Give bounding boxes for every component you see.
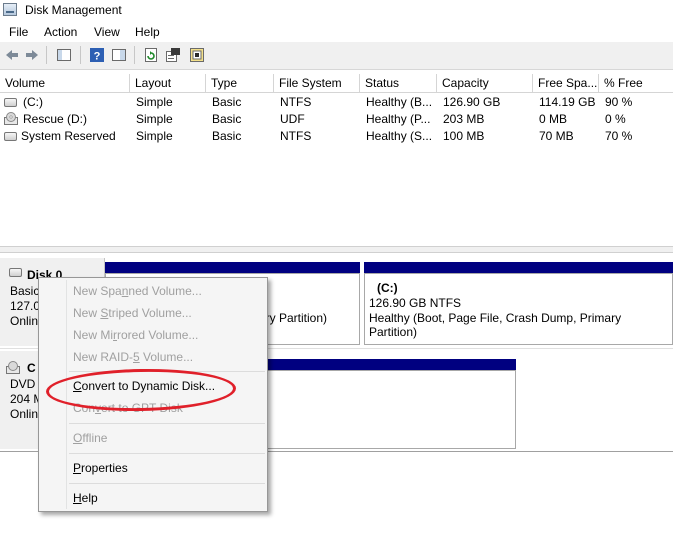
title-bar: Disk Management xyxy=(0,0,673,21)
column-header-layout[interactable]: Layout xyxy=(130,74,206,93)
cdrom0-type: DVD xyxy=(10,377,36,391)
volume-file-system: NTFS xyxy=(280,95,312,109)
volume-type: Basic xyxy=(212,112,242,126)
column-header-volume[interactable]: Volume xyxy=(0,74,130,93)
disk0-size: 127.0 xyxy=(10,299,41,313)
column-header-free-space[interactable]: Free Spa... xyxy=(533,74,599,93)
volume-status: Healthy (B... xyxy=(366,95,433,109)
show-hide-icon[interactable] xyxy=(111,47,127,63)
drive-icon xyxy=(4,98,17,107)
volume-name[interactable]: Rescue (D:) xyxy=(23,112,87,126)
menu-help[interactable]: Help xyxy=(135,25,160,39)
menu-item-new-spanned-volume[interactable]: New Spanned Volume... xyxy=(73,284,202,298)
rescan-icon[interactable] xyxy=(189,47,205,63)
volume-percent-free: 0 % xyxy=(605,112,626,126)
system-reserved-bar xyxy=(105,262,360,273)
toolbar-separator xyxy=(134,46,135,64)
disk-management-icon xyxy=(3,3,17,16)
volume-name[interactable]: (C:) xyxy=(23,95,43,109)
column-header-capacity[interactable]: Capacity xyxy=(437,74,533,93)
disk0-type: Basic xyxy=(10,284,40,298)
volume-layout: Simple xyxy=(136,112,173,126)
volume-layout: Simple xyxy=(136,129,173,143)
menu-separator xyxy=(69,453,265,454)
pane-splitter[interactable] xyxy=(0,246,673,253)
cdrom0-status: Onlin xyxy=(10,407,39,421)
menu-item-properties[interactable]: Properties xyxy=(73,461,128,475)
menu-view[interactable]: View xyxy=(94,25,120,39)
c-volume-status: Healthy (Boot, Page File, Crash Dump, Pr… xyxy=(369,311,622,339)
volume-status: Healthy (P... xyxy=(366,112,431,126)
help-icon[interactable]: ? xyxy=(89,47,105,63)
volume-capacity: 100 MB xyxy=(443,129,485,143)
column-header-file-system[interactable]: File System xyxy=(274,74,360,93)
volume-file-system: UDF xyxy=(280,112,305,126)
c-volume-size: 126.90 GB NTFS xyxy=(369,296,462,310)
volume-status: Healthy (S... xyxy=(366,129,433,143)
volume-percent-free: 90 % xyxy=(605,95,633,109)
properties-icon[interactable] xyxy=(165,47,181,63)
disk0-status: Onlin xyxy=(10,314,39,328)
toolbar-separator xyxy=(46,46,47,64)
menu-item-new-mirrored-volume[interactable]: New Mirrored Volume... xyxy=(73,328,198,342)
volume-type: Basic xyxy=(212,129,242,143)
dvd-drive-icon xyxy=(4,112,18,125)
volume-capacity: 126.90 GB xyxy=(443,95,501,109)
menu-item-help[interactable]: Help xyxy=(73,491,98,505)
hard-disk-icon xyxy=(9,268,22,277)
volume-list: Volume Layout Type File System Status Ca… xyxy=(0,74,673,246)
back-arrow-icon[interactable] xyxy=(4,47,20,63)
menu-item-offline[interactable]: Offline xyxy=(73,431,107,445)
volume-file-system: NTFS xyxy=(280,129,312,143)
volume-capacity: 203 MB xyxy=(443,112,485,126)
volume-name[interactable]: System Reserved xyxy=(21,129,116,143)
c-volume-bar xyxy=(364,262,673,273)
toolbar: ? xyxy=(0,42,673,70)
menu-separator xyxy=(69,423,265,424)
menu-item-new-striped-volume[interactable]: New Striped Volume... xyxy=(73,306,192,320)
column-header-percent-free[interactable]: % Free xyxy=(599,74,673,93)
window-title: Disk Management xyxy=(25,3,122,17)
menu-bar: File Action View Help xyxy=(0,21,673,42)
console-tree-icon[interactable] xyxy=(56,47,72,63)
partition-status-text: ary Partition) xyxy=(259,311,328,325)
forward-arrow-icon[interactable] xyxy=(24,47,40,63)
menu-file[interactable]: File xyxy=(9,25,28,39)
volume-free-space: 70 MB xyxy=(539,129,574,143)
menu-item-new-raid5-volume[interactable]: New RAID-5 Volume... xyxy=(73,350,193,364)
toolbar-separator xyxy=(80,46,81,64)
column-header-status[interactable]: Status xyxy=(360,74,437,93)
column-header-type[interactable]: Type xyxy=(206,74,274,93)
menu-separator xyxy=(69,483,265,484)
cdrom0-name: C xyxy=(27,361,36,375)
volume-layout: Simple xyxy=(136,95,173,109)
volume-free-space: 114.19 GB xyxy=(539,95,596,109)
c-volume-label: (C:) xyxy=(377,281,398,295)
c-volume-partition[interactable]: (C:) 126.90 GB NTFS Healthy (Boot, Page … xyxy=(364,273,673,345)
svg-text:?: ? xyxy=(94,51,101,63)
refresh-icon[interactable] xyxy=(143,47,159,63)
dvd-drive-icon xyxy=(6,361,20,374)
drive-icon xyxy=(4,132,17,141)
volume-type: Basic xyxy=(212,95,242,109)
menu-action[interactable]: Action xyxy=(44,25,77,39)
volume-percent-free: 70 % xyxy=(605,129,633,143)
volume-free-space: 0 MB xyxy=(539,112,568,126)
